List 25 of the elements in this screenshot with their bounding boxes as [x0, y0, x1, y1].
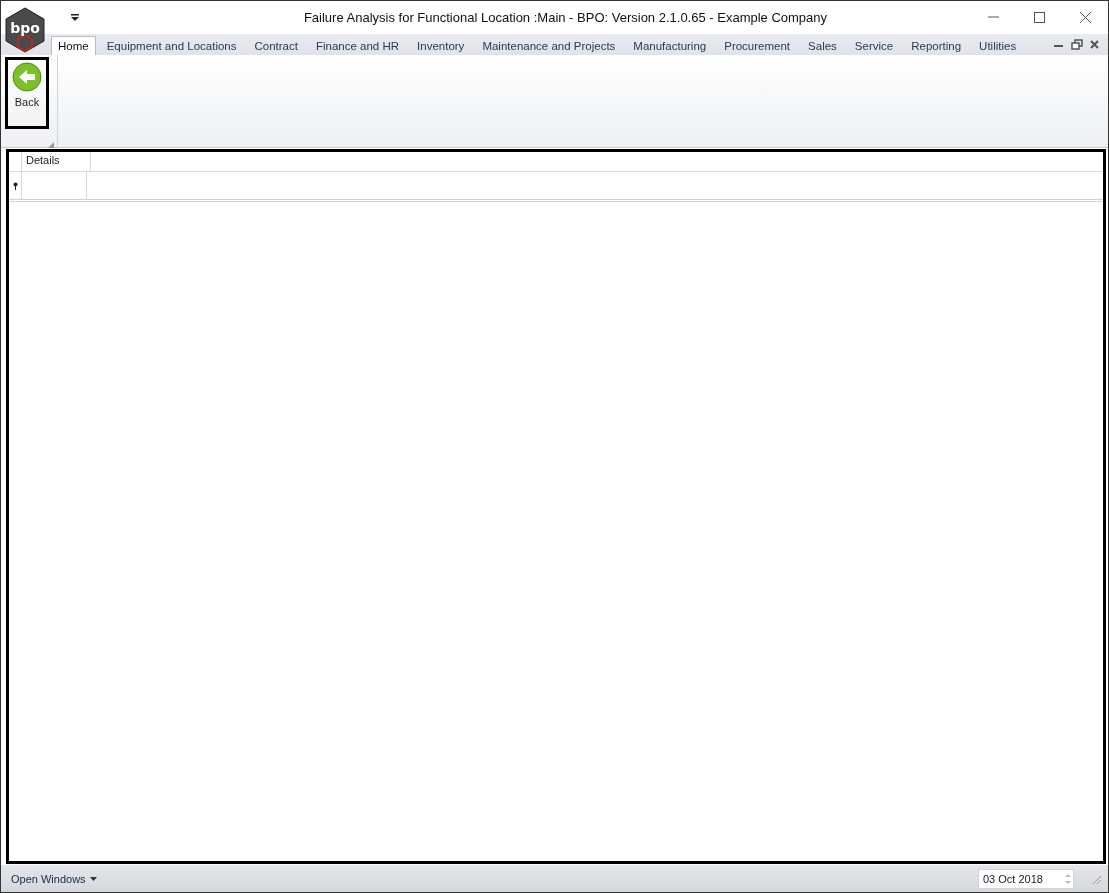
ribbon-tab[interactable]: Contract [247, 36, 305, 55]
ribbon-tab[interactable]: Procurement [717, 36, 798, 55]
ribbon-tab[interactable]: Service [847, 36, 901, 55]
restore-icon [1071, 39, 1083, 50]
caret-icon [89, 876, 97, 881]
back-button[interactable]: Back [5, 57, 49, 129]
ribbon-tab[interactable]: Maintenance and Projects [475, 36, 623, 55]
column-header[interactable]: Details [21, 152, 91, 171]
ribbon-tab[interactable]: Home [51, 36, 96, 55]
open-windows-menu[interactable]: Open Windows [11, 872, 97, 885]
filter-cell[interactable] [21, 172, 87, 199]
ribbon-tab[interactable]: Reporting [904, 36, 969, 55]
dropdown-arrow-icon[interactable] [69, 12, 81, 23]
ribbon-tab[interactable]: Utilities [972, 36, 1024, 55]
ribbon-tab[interactable]: Manufacturing [626, 36, 714, 55]
window-title: Failure Analysis for Functional Location :Main - BPO: Version 2.1.0.65 - Example Company [302, 10, 829, 25]
maximize-icon [1032, 11, 1046, 24]
close-icon [1089, 39, 1101, 50]
date-field[interactable]: 03 Oct 2018 [978, 868, 1074, 889]
ribbon-tab[interactable]: Equipment and Locations [99, 36, 244, 55]
close-icon [1078, 11, 1092, 24]
ribbon-tab[interactable]: Inventory [410, 36, 472, 55]
ribbon-tab[interactable]: Finance and HR [308, 36, 407, 55]
ribbon-tab[interactable]: Sales [801, 36, 844, 55]
pin-icon [12, 181, 18, 190]
